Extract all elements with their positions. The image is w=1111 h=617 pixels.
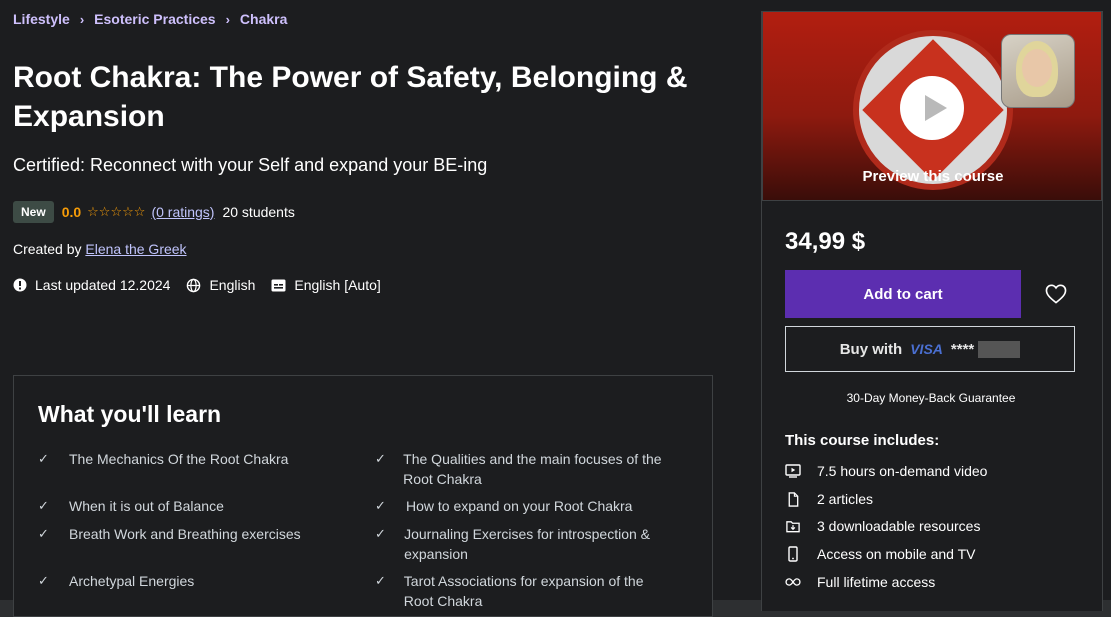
preview-label[interactable]: Preview this course [763,168,1101,185]
closed-captions-icon [271,279,286,291]
learn-item: ✓ How to expand on your Root Chakra [375,496,675,516]
chevron-right-icon: › [225,11,230,27]
mobile-icon [788,546,798,562]
learn-item-text: Archetypal Energies [69,573,195,589]
video-icon [785,464,801,478]
breadcrumb-esoteric-practices[interactable]: Esoteric Practices [94,11,215,27]
money-back-guarantee: 30-Day Money-Back Guarantee [846,391,1016,405]
rating-row: New 0.0 ☆☆☆☆☆ (0 ratings) 20 students [13,201,295,223]
check-icon: ✓ [38,498,49,513]
breadcrumb-chakra[interactable]: Chakra [240,11,287,27]
avatar-face-graphic [1022,49,1052,87]
redacted-card-digits [978,340,1021,358]
rating-value: 0.0 [61,204,82,220]
include-text: Access on mobile and TV [817,546,976,562]
breadcrumb-lifestyle[interactable]: Lifestyle [13,11,70,27]
new-badge: New [13,201,54,223]
learn-item: ✓ Journaling Exercises for introspection… [375,524,675,564]
learn-item: ✓ The Mechanics Of the Root Chakra [38,449,348,469]
star-rating-icon: ☆☆☆☆☆ [87,204,146,219]
learn-item: ✓ Breath Work and Breathing exercises [38,524,348,544]
learn-item: ✓ Archetypal Energies [38,571,348,591]
ratings-link[interactable]: (0 ratings) [151,204,214,220]
captions: English [Auto] [271,277,381,293]
purchase-sidebar: Preview this course 34,99 $ Add to cart … [761,11,1103,611]
course-subtitle: Certified: Reconnect with your Self and … [13,155,488,175]
learn-item-text: The Qualities and the main focuses of th… [403,451,662,487]
course-price: 34,99 $ [785,228,866,255]
play-icon[interactable] [900,76,964,140]
card-mask: **** [950,340,975,358]
alert-badge-icon [13,278,27,292]
course-meta: Last updated 12.2024 English English [Au… [13,277,397,293]
heart-icon [1045,284,1067,304]
learn-item-text: Tarot Associations for expansion of the … [403,573,644,609]
learn-item-text: Journaling Exercises for introspection &… [404,526,650,562]
buy-with-card-button[interactable]: Buy with VISA **** [785,326,1075,372]
course-title: Root Chakra: The Power of Safety, Belong… [13,61,688,133]
students-count: 20 students [222,204,295,220]
check-icon: ✓ [375,451,386,466]
includes-title: This course includes: [785,432,940,449]
captions-text: English [Auto] [294,277,381,293]
add-to-cart-button[interactable]: Add to cart [785,270,1021,318]
created-by: Created by Elena the Greek [13,241,187,257]
language: English [186,277,255,293]
learn-item-text: How to expand on your Root Chakra [406,498,633,514]
last-updated-text: Last updated 12.2024 [35,277,171,293]
include-item: 3 downloadable resources [785,518,980,534]
learn-item: ✓ Tarot Associations for expansion of th… [375,571,675,611]
include-item: 2 articles [785,491,873,507]
wishlist-button[interactable] [1032,270,1080,318]
breadcrumb: Lifestyle › Esoteric Practices › Chakra [13,11,287,27]
include-item: 7.5 hours on-demand video [785,463,987,479]
instructor-thumbnail [1001,34,1075,108]
course-preview[interactable]: Preview this course [762,11,1102,201]
buy-with-label: Buy with [839,340,903,358]
learn-item-text: When it is out of Balance [69,498,224,514]
last-updated: Last updated 12.2024 [13,277,170,293]
learn-title: What you'll learn [38,401,222,427]
check-icon: ✓ [375,573,386,588]
learn-item-text: Breath Work and Breathing exercises [69,526,301,542]
include-text: Full lifetime access [817,574,936,590]
chevron-right-icon: › [79,11,85,27]
file-icon [788,491,799,507]
check-icon: ✓ [38,451,49,466]
include-item: Access on mobile and TV [785,546,976,562]
globe-icon [187,278,201,292]
check-icon: ✓ [38,526,49,541]
learn-item: ✓ The Qualities and the main focuses of … [375,449,675,489]
language-text: English [209,277,256,293]
what-youll-learn: What you'll learn ✓ The Mechanics Of the… [13,375,713,617]
instructor-link[interactable]: Elena the Greek [85,241,186,257]
include-text: 7.5 hours on-demand video [817,463,988,479]
infinity-icon [785,578,801,586]
download-icon [786,520,800,532]
visa-icon: VISA [910,341,943,357]
learn-item-text: The Mechanics Of the Root Chakra [69,451,289,467]
include-text: 3 downloadable resources [817,518,981,534]
include-item: Full lifetime access [785,574,935,590]
created-by-label: Created by [13,241,82,257]
check-icon: ✓ [375,498,386,513]
check-icon: ✓ [375,526,386,541]
check-icon: ✓ [38,573,49,588]
learn-item: ✓ When it is out of Balance [38,496,348,516]
include-text: 2 articles [817,491,874,507]
